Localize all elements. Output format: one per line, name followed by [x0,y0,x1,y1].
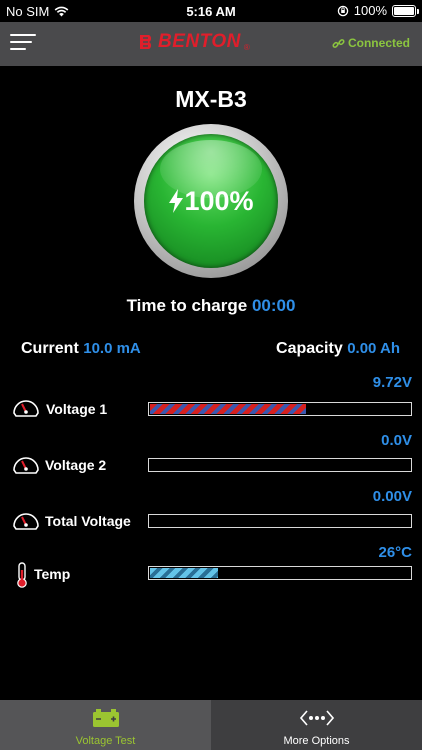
time-to-charge-label: Time to charge [126,296,248,315]
battery-level [394,6,414,15]
status-bar: No SIM 5:16 AM 100% [0,0,422,22]
device-name: MX-B3 [175,86,247,112]
charge-gauge: 100% [134,124,288,278]
tab-label: Voltage Test [75,735,136,747]
tab-voltage-test[interactable]: Voltage Test [0,700,211,750]
tab-more-options[interactable]: More Options [211,700,422,750]
bottom-tab-bar: Voltage Test More Options [0,700,422,750]
current-label: Current [21,340,79,357]
meter-bar [148,514,412,528]
charge-percent: 100% [184,185,254,216]
battery-icon [92,709,119,727]
battery-icon [392,4,419,17]
battery-percent: 100% [353,3,387,18]
meter-bar-fill [150,568,218,578]
capacity-value: 0.00 Ah [347,340,400,357]
charge-gauge-face: 100% [144,134,278,268]
current-value: 10.0 mA [83,340,141,357]
brand-logo: BENTON ® [139,31,250,53]
meter-bar [148,458,412,472]
time-to-charge: Time to charge 00:00 [0,296,422,316]
meter-value: 9.72V [372,374,412,391]
capacity-label: Capacity [276,340,343,357]
status-right: 100% [337,3,419,18]
rotation-lock-icon [337,5,348,16]
time-to-charge-value: 00:00 [251,296,296,315]
meter-label: Voltage 2 [45,457,107,473]
link-icon [332,38,345,48]
connection-label: Connected [347,36,410,50]
meter-value: 0.00V [372,488,412,505]
meter-value: 0.0V [381,432,412,449]
battery-gauge-icon [13,513,39,530]
meter-label: Total Voltage [45,513,131,529]
menu-button[interactable] [10,34,36,54]
benton-logo-mark-icon [140,35,152,49]
more-options-icon [299,710,334,726]
meter-bar [148,402,412,416]
charge-percent-display: 100% [168,185,254,217]
brand-trademark: ® [243,42,250,52]
battery-gauge-icon [13,457,39,474]
meter-value: 26°C [378,544,412,561]
current-reading: Current 10.0 mA [21,340,141,358]
app-header: BENTON ® Connected [0,22,422,66]
connection-status[interactable]: Connected [332,36,410,50]
tab-label: More Options [283,735,350,747]
brand-name: BENTON [158,31,241,52]
meter-bar [148,566,412,580]
meter-label: Temp [34,566,71,582]
lightning-bolt-icon [169,189,184,213]
meter-bar-fill [150,404,306,414]
capacity-reading: Capacity 0.00 Ah [276,340,400,358]
battery-gauge-icon [13,400,39,417]
meter-label: Voltage 1 [46,401,108,417]
